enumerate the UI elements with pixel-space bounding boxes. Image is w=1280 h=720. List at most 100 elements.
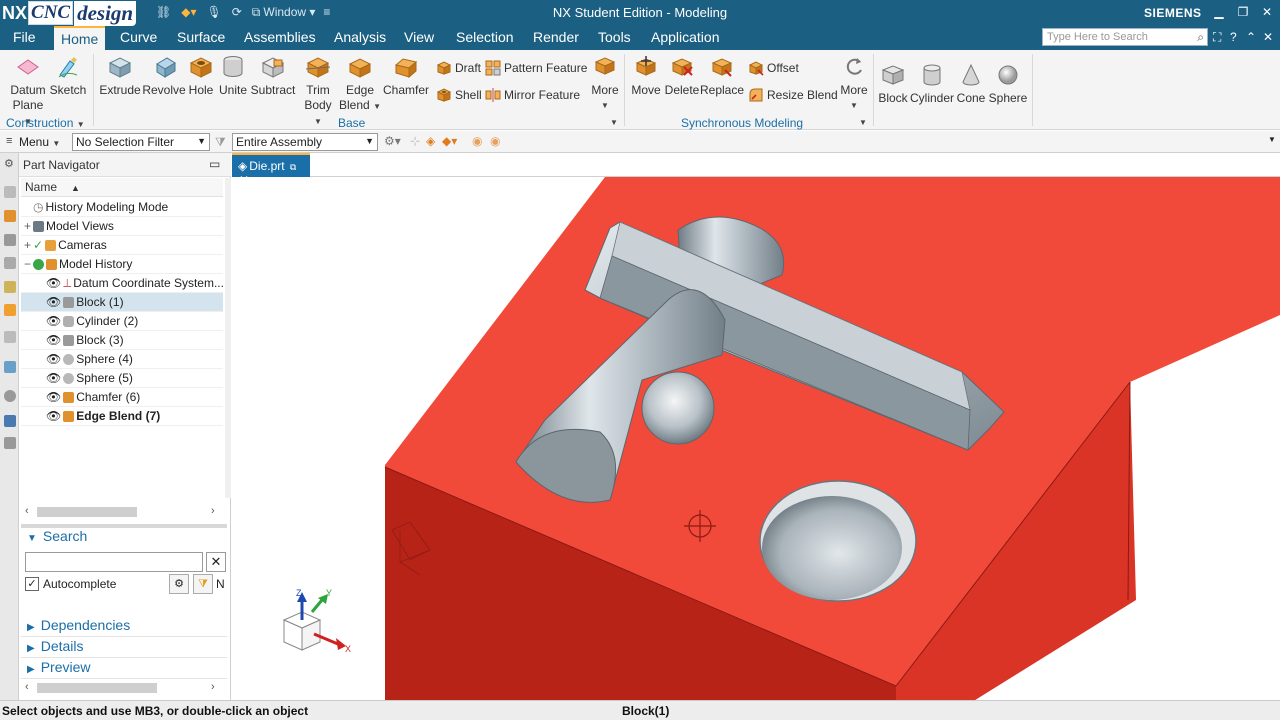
system-materials-icon[interactable] [4, 361, 16, 373]
pattern-feature-button[interactable]: Pattern Feature [485, 59, 587, 77]
cylinder-button[interactable]: Cylinder [910, 62, 954, 106]
microphone-icon[interactable]: 🎙 [207, 5, 222, 19]
tree-row-model-views[interactable]: + Model Views [21, 217, 223, 236]
tab-render[interactable]: Render [533, 29, 579, 45]
tab-analysis[interactable]: Analysis [334, 29, 386, 45]
base-group-dropdown-icon[interactable]: ▼ [610, 118, 618, 127]
pin-icon[interactable]: ⧉ [290, 162, 296, 172]
tree-row-block-3[interactable]: 👁 Block (3) [21, 331, 223, 350]
resource-settings-icon[interactable]: ⚙ [4, 157, 14, 170]
trim-body-button[interactable]: Trim Body ▼ [299, 54, 337, 129]
scrollbar-thumb[interactable] [37, 507, 137, 517]
part-navigator-icon[interactable] [4, 186, 16, 198]
general-selection-intent-icon[interactable]: ⚙▾ [384, 134, 401, 148]
command-search-input[interactable]: Type Here to Search ⌕ [1042, 28, 1208, 46]
cone-button[interactable]: Cone [955, 62, 987, 106]
tab-surface[interactable]: Surface [177, 29, 225, 45]
tree-row-cylinder-2[interactable]: 👁 Cylinder (2) [21, 312, 223, 331]
tab-view[interactable]: View [404, 29, 434, 45]
eye-icon[interactable]: 👁 [46, 314, 61, 328]
process-studio-icon[interactable] [4, 390, 16, 402]
refresh-icon[interactable]: ⟳ [232, 5, 242, 19]
expand-icon[interactable]: + [24, 238, 31, 252]
customize-quick-access-icon[interactable]: ≡ [323, 5, 330, 19]
mirror-feature-button[interactable]: Mirror Feature [485, 86, 580, 104]
sync-more-button[interactable]: More ▼ [838, 54, 870, 113]
expand-icon[interactable]: + [24, 219, 31, 233]
link-icon[interactable]: ⛓ [156, 5, 171, 19]
reuse-library-icon[interactable] [4, 257, 16, 269]
search-section-header[interactable]: ▼ Search [21, 528, 227, 548]
history-icon[interactable] [4, 331, 16, 343]
dependencies-section-header[interactable]: ▶ Dependencies [21, 617, 227, 637]
sphere-button[interactable]: Sphere [988, 62, 1028, 106]
edge-blend-button[interactable]: Edge Blend ▼ [339, 54, 381, 114]
sketch-button[interactable]: Sketch [50, 54, 86, 98]
construction-group-dropdown-icon[interactable]: ▼ [77, 120, 85, 129]
tab-selection[interactable]: Selection [456, 29, 514, 45]
navigator-search-input[interactable] [25, 552, 203, 572]
menu-button[interactable]: Menu ▼ [19, 135, 60, 149]
delete-face-button[interactable]: Delete [664, 54, 700, 98]
select-face-icon[interactable]: ◆▾ [442, 134, 457, 148]
eye-icon[interactable]: 👁 [46, 276, 61, 290]
tree-row-history-mode[interactable]: ◷ History Modeling Mode [21, 198, 223, 217]
roles-icon[interactable] [4, 437, 16, 449]
sync-group-dropdown-icon[interactable]: ▼ [859, 118, 867, 127]
eye-icon[interactable]: 👁 [46, 409, 61, 423]
selection-filter-select[interactable]: No Selection Filter ▼ [72, 133, 210, 151]
scroll-right-icon[interactable]: › [211, 681, 215, 693]
clear-search-icon[interactable]: ✕ [206, 552, 226, 572]
search-filter-icon[interactable]: ⧩ [193, 574, 213, 594]
constraint-navigator-icon[interactable] [4, 234, 16, 246]
tree-row-sphere-5[interactable]: 👁 Sphere (5) [21, 369, 223, 388]
tree-row-datum-csys[interactable]: 👁 ⟂ Datum Coordinate System... [21, 274, 223, 293]
tree-row-model-history[interactable]: − Model History [21, 255, 223, 274]
tree-row-sphere-4[interactable]: 👁 Sphere (4) [21, 350, 223, 369]
search-icon[interactable]: ⌕ [1197, 30, 1204, 45]
manufacturing-wizards-icon[interactable] [4, 415, 16, 427]
window-menu[interactable]: Window ▾ [263, 5, 315, 19]
subtract-button[interactable]: Subtract [250, 54, 296, 98]
tab-tools[interactable]: Tools [598, 29, 631, 45]
revolve-button[interactable]: Revolve [142, 54, 186, 98]
small-sphere-feature[interactable] [641, 371, 715, 445]
resize-blend-button[interactable]: Resize Blend [748, 86, 838, 104]
select-body-icon[interactable]: ◈ [426, 134, 435, 148]
panel-horizontal-scrollbar[interactable]: ‹ › [21, 680, 221, 696]
autocomplete-checkbox[interactable]: ✓ [25, 577, 39, 591]
close-part-icon[interactable]: ✕ [1263, 30, 1273, 44]
filter-icon[interactable]: ⧩ [215, 135, 226, 150]
eye-icon[interactable]: 👁 [46, 390, 61, 404]
name-column-header[interactable]: Name ▲ [21, 178, 223, 197]
eye-icon[interactable]: 👁 [46, 371, 61, 385]
graphics-window[interactable]: Z Y X [232, 177, 1280, 700]
tree-row-chamfer-6[interactable]: 👁 Chamfer (6) [21, 388, 223, 407]
copy-icon[interactable]: ⧉ [252, 5, 261, 20]
extrude-button[interactable]: Extrude [99, 54, 141, 98]
help-icon[interactable]: ? [1230, 30, 1237, 44]
scroll-right-icon[interactable]: › [211, 505, 215, 517]
details-section-header[interactable]: ▶ Details [21, 638, 227, 658]
web-browser-icon[interactable] [4, 304, 16, 316]
restore-icon[interactable]: ❐ [1236, 5, 1250, 19]
close-icon[interactable]: ✕ [1260, 5, 1274, 19]
snap-point-icon[interactable]: ◉ [472, 134, 482, 148]
menu-hamburger-icon[interactable]: ≡ [6, 135, 12, 147]
eye-icon[interactable]: 👁 [46, 333, 61, 347]
eye-icon[interactable]: 👁 [46, 352, 61, 366]
scroll-left-icon[interactable]: ‹ [25, 681, 29, 693]
collapse-ribbon-icon[interactable]: ⌃ [1246, 30, 1256, 44]
move-face-button[interactable]: Move [628, 54, 664, 98]
snap-end-icon[interactable]: ◉ [490, 134, 500, 148]
minimize-icon[interactable]: ▁ [1212, 5, 1226, 19]
select-features-icon[interactable]: ⊹ [410, 134, 420, 148]
tree-row-cameras[interactable]: + ✓ Cameras [21, 236, 223, 255]
menu-file[interactable]: File [13, 29, 36, 45]
replace-face-button[interactable]: Replace [700, 54, 744, 98]
offset-region-button[interactable]: Offset [748, 59, 799, 77]
chamfer-button[interactable]: Chamfer [383, 54, 429, 98]
tab-assemblies[interactable]: Assemblies [244, 29, 316, 45]
maximize-panel-icon[interactable]: ▭ [209, 157, 220, 171]
tab-curve[interactable]: Curve [120, 29, 157, 45]
